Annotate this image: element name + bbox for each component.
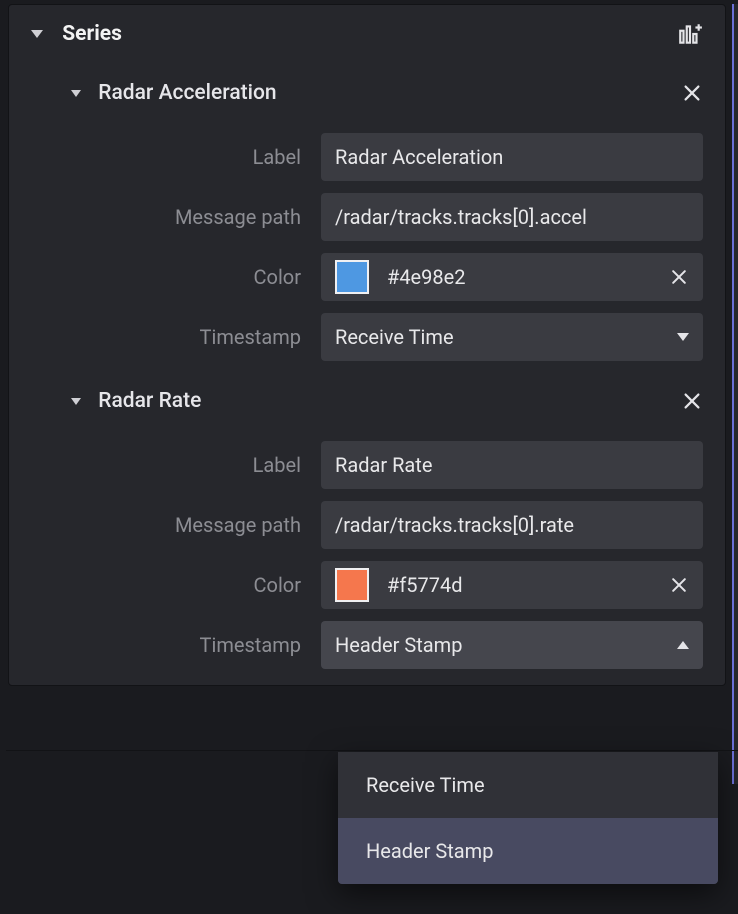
field-color-row: Color #f5774d (31, 559, 703, 611)
chevron-up-icon (677, 641, 689, 649)
message-path-input-text[interactable] (335, 513, 689, 537)
field-timestamp-row: Timestamp Header Stamp (31, 619, 703, 671)
field-label-text: Color (31, 265, 321, 289)
section-divider (6, 750, 738, 751)
dropdown-option-label: Receive Time (366, 773, 485, 797)
label-input-text[interactable] (335, 145, 689, 169)
field-label-text: Label (31, 145, 321, 169)
series-section-header[interactable]: Series (9, 5, 725, 63)
color-hex-text: #4e98e2 (387, 265, 466, 289)
series-item-title: Radar Acceleration (98, 81, 276, 105)
series-item-title: Radar Rate (98, 389, 201, 413)
field-label-text: Message path (31, 513, 321, 537)
dropdown-option-receive-time[interactable]: Receive Time (338, 752, 718, 818)
color-input[interactable]: #4e98e2 (321, 253, 703, 301)
field-label-text: Timestamp (31, 633, 321, 657)
field-label-row: Label (31, 131, 703, 183)
color-swatch[interactable] (335, 568, 369, 602)
clear-color-icon[interactable] (669, 267, 689, 287)
label-input[interactable] (321, 133, 703, 181)
color-hex-text: #f5774d (387, 573, 463, 597)
add-chart-icon[interactable] (677, 21, 703, 47)
field-path-row: Message path (31, 191, 703, 243)
timestamp-dropdown[interactable]: Receive Time Header Stamp (338, 752, 718, 884)
label-input-text[interactable] (335, 453, 689, 477)
timestamp-select[interactable]: Header Stamp (321, 621, 703, 669)
message-path-input[interactable] (321, 193, 703, 241)
field-timestamp-row: Timestamp Receive Time (31, 311, 703, 363)
remove-series-icon[interactable] (681, 390, 703, 412)
caret-down-icon (71, 398, 81, 405)
field-label-text: Color (31, 573, 321, 597)
scroll-indicator[interactable] (732, 4, 738, 784)
message-path-input[interactable] (321, 501, 703, 549)
label-input[interactable] (321, 441, 703, 489)
dropdown-option-header-stamp[interactable]: Header Stamp (338, 818, 718, 884)
field-label-text: Label (31, 453, 321, 477)
timestamp-select[interactable]: Receive Time (321, 313, 703, 361)
message-path-input-text[interactable] (335, 205, 689, 229)
color-input[interactable]: #f5774d (321, 561, 703, 609)
series-item-header-1[interactable]: Radar Rate (9, 371, 725, 431)
chevron-down-icon (677, 333, 689, 341)
field-label-text: Timestamp (31, 325, 321, 349)
field-label-row: Label (31, 439, 703, 491)
field-path-row: Message path (31, 499, 703, 551)
caret-down-icon (71, 90, 81, 97)
timestamp-value: Header Stamp (335, 633, 462, 657)
remove-series-icon[interactable] (681, 82, 703, 104)
timestamp-value: Receive Time (335, 325, 454, 349)
caret-down-icon (31, 30, 43, 38)
color-swatch[interactable] (335, 260, 369, 294)
section-title: Series (62, 22, 122, 46)
field-color-row: Color #4e98e2 (31, 251, 703, 303)
series-item-header-0[interactable]: Radar Acceleration (9, 63, 725, 123)
field-label-text: Message path (31, 205, 321, 229)
clear-color-icon[interactable] (669, 575, 689, 595)
series-panel: Series Radar Acceleration (8, 4, 726, 686)
dropdown-option-label: Header Stamp (366, 839, 493, 863)
